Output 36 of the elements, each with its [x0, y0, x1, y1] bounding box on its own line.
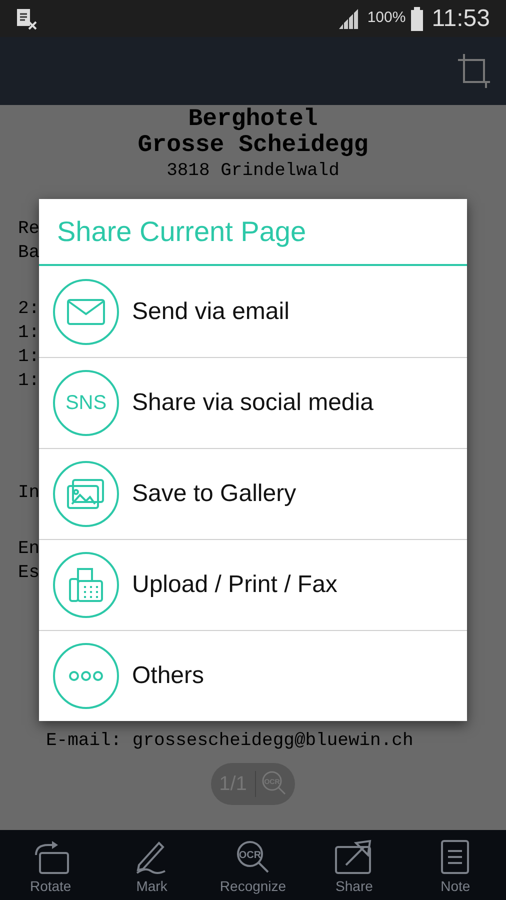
signal-icon — [337, 8, 360, 28]
crop-icon[interactable] — [456, 54, 490, 88]
share-option[interactable]: Upload / Print / Fax — [39, 539, 467, 630]
receipt-text-fragment: 2: — [18, 298, 40, 321]
sns-option-icon: SNS — [53, 370, 119, 436]
receipt-text-fragment: 1: — [18, 346, 40, 369]
share-option[interactable]: Send via email — [39, 266, 467, 357]
email-option-icon — [53, 278, 119, 344]
receipt-text-fragment: Es — [18, 562, 40, 585]
receipt-text-fragment: In — [18, 482, 40, 505]
gallery-option-icon — [53, 461, 119, 527]
notification-icon — [16, 8, 38, 30]
share-option[interactable]: SNS Share via social media — [39, 357, 467, 448]
toolbar-button[interactable]: Mark — [101, 830, 202, 900]
receipt-heading: Grosse Scheidegg — [138, 133, 368, 159]
receipt-heading: Berghotel — [188, 107, 318, 133]
dialog-title: Share Current Page — [57, 214, 306, 249]
toolbar-button[interactable]: Share — [304, 830, 405, 900]
share-option[interactable]: Others — [39, 630, 467, 721]
receipt-text-fragment: Re — [18, 218, 40, 241]
note-icon — [439, 839, 472, 875]
fax-option-icon — [53, 552, 119, 618]
toolbar-button[interactable]: Rotate — [0, 830, 102, 900]
receipt-text-fragment: 1: — [18, 370, 40, 393]
receipt-text-fragment: 1: — [18, 322, 40, 345]
clock: 11:53 — [432, 4, 490, 34]
receipt-email: E-mail: grossescheidegg@bluewin.ch — [46, 731, 414, 751]
battery-percent: 100% — [367, 8, 406, 28]
toolbar-button[interactable]: OCR Recognize — [202, 830, 304, 900]
share-option[interactable]: Save to Gallery — [39, 448, 467, 539]
receipt-text-fragment: Ba — [18, 242, 40, 265]
others-option-icon — [53, 643, 119, 709]
toolbar-button[interactable]: Note — [404, 830, 506, 900]
battery-icon — [410, 6, 424, 30]
receipt-text-fragment: En — [18, 538, 40, 561]
receipt-address: 3818 Grindelwald — [166, 160, 340, 183]
